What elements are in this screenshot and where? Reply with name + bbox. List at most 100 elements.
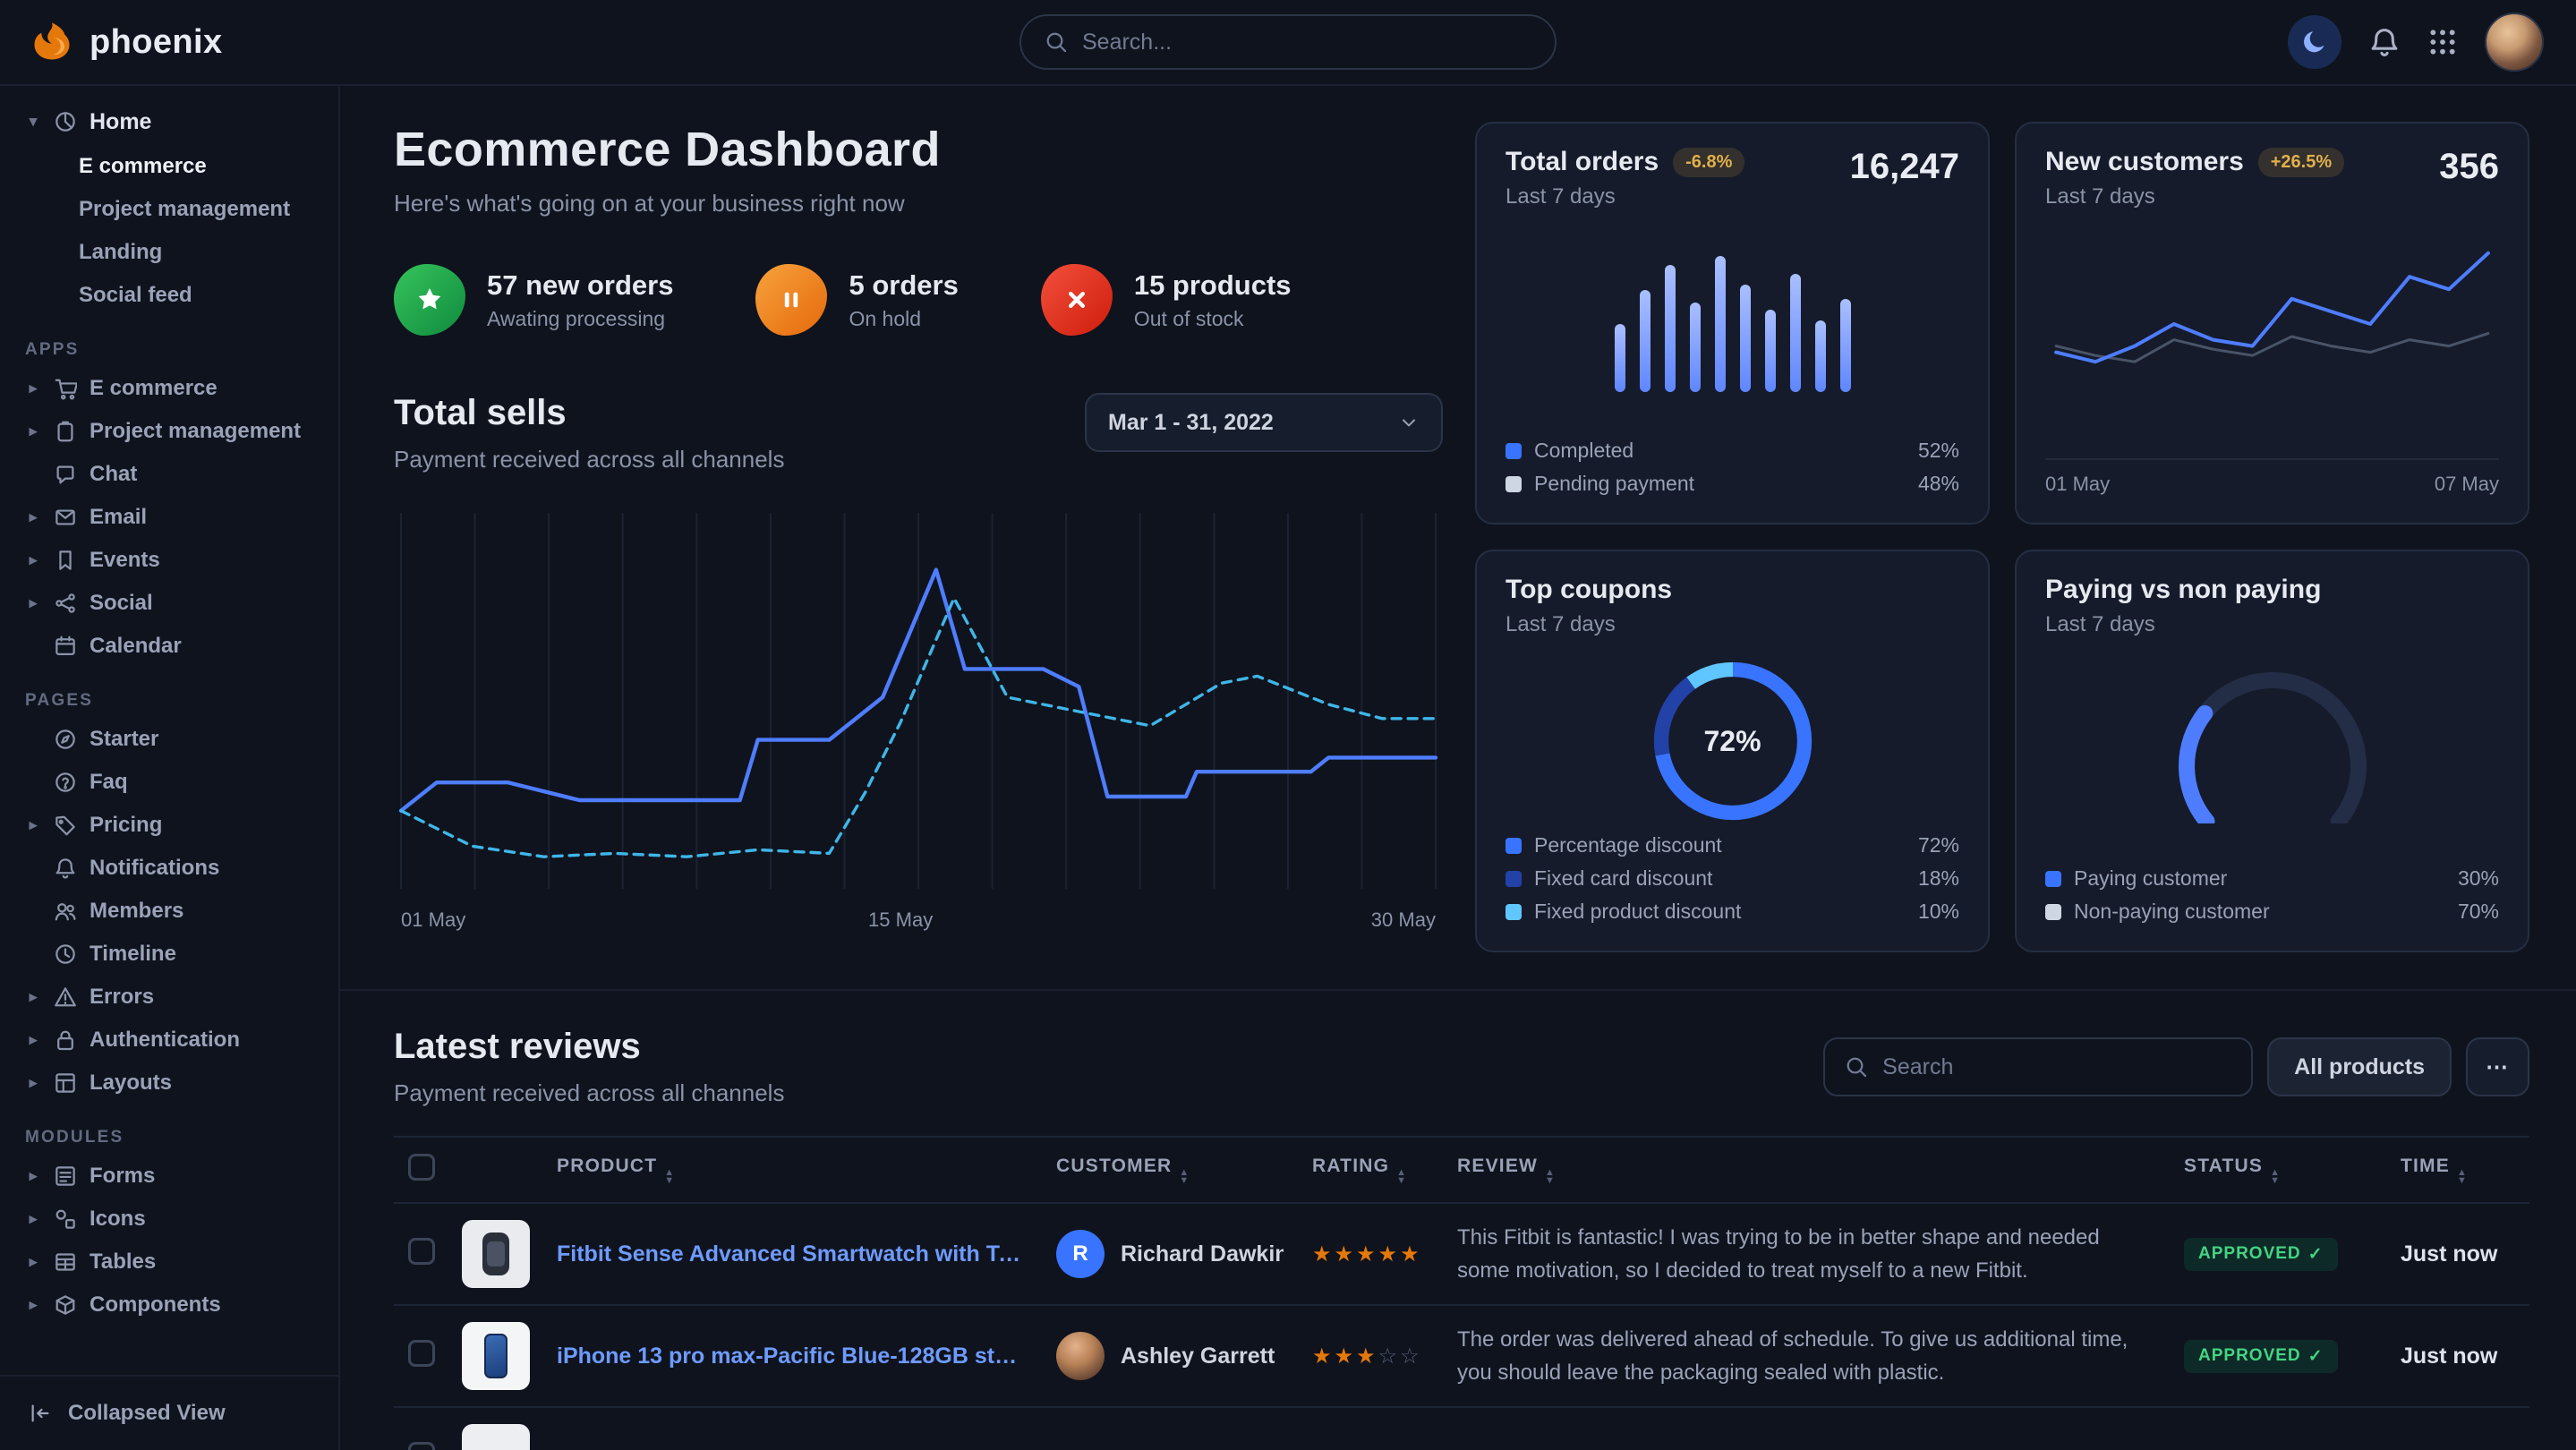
paying-gauge: [2106, 637, 2439, 823]
collapsed-view-toggle[interactable]: Collapsed View: [0, 1375, 338, 1450]
sidebar-item-email[interactable]: ▸Email: [25, 496, 324, 539]
global-search-input[interactable]: [1082, 30, 1531, 55]
order-bar: [1690, 303, 1701, 392]
sidebar-item-e-commerce[interactable]: ▸E commerce: [25, 367, 324, 410]
column-header-product[interactable]: PRODUCT▲▼: [542, 1137, 1042, 1203]
page-subtitle: Here's what's going on at your business …: [394, 190, 1443, 218]
dashboard-left-column: Ecommerce Dashboard Here's what's going …: [394, 122, 1443, 953]
notifications-button[interactable]: [2368, 26, 2401, 58]
sidebar-item-forms[interactable]: ▸Forms: [25, 1155, 324, 1198]
reviews-search[interactable]: [1823, 1037, 2253, 1096]
sidebar-item-events[interactable]: ▸Events: [25, 539, 324, 582]
total-orders-value: 16,247: [1850, 147, 1959, 187]
layout-icon: [54, 1071, 77, 1095]
change-badge: +26.5%: [2258, 148, 2344, 177]
sidebar-subitem-e-commerce[interactable]: E commerce: [79, 145, 324, 188]
sidebar-subitem-project-management[interactable]: Project management: [79, 188, 324, 231]
row-checkbox[interactable]: [408, 1340, 435, 1367]
sidebar-item-layouts[interactable]: ▸Layouts: [25, 1062, 324, 1105]
product-link[interactable]: iPhone 13 pro max-Pacific Blue-128GB sto…: [557, 1343, 1028, 1369]
legend-swatch: [1506, 871, 1522, 887]
sidebar-item-chat[interactable]: Chat: [25, 453, 324, 496]
card-total-orders: Total orders -6.8% Last 7 days 16,247 Co…: [1475, 122, 1990, 525]
sidebar-item-home[interactable]: ▾Home: [25, 100, 324, 143]
customer-cell[interactable]: RRichard Dawkins: [1056, 1230, 1284, 1278]
card-new-customers: New customers +26.5% Last 7 days 356 01 …: [2015, 122, 2529, 525]
reviews-table: PRODUCT▲▼CUSTOMER▲▼RATING▲▼REVIEW▲▼STATU…: [394, 1136, 2529, 1450]
customer-cell[interactable]: Ashley Garrett: [1056, 1332, 1284, 1380]
more-options-button[interactable]: ⋯: [2466, 1037, 2529, 1096]
latest-reviews-section: Latest reviews Payment received across a…: [340, 989, 2576, 1450]
sidebar-item-errors[interactable]: ▸Errors: [25, 976, 324, 1019]
sidebar-item-project-management[interactable]: ▸Project management: [25, 410, 324, 453]
sidebar-subitem-landing[interactable]: Landing: [79, 231, 324, 274]
sidebar-item-members[interactable]: Members: [25, 890, 324, 933]
warning-icon: [54, 985, 77, 1009]
cross-icon: [1062, 286, 1091, 314]
sidebar-item-notifications[interactable]: Notifications: [25, 847, 324, 890]
donut-center-value: 72%: [1643, 652, 1822, 831]
column-header-time[interactable]: TIME▲▼: [2386, 1137, 2529, 1203]
column-header-review[interactable]: REVIEW▲▼: [1443, 1137, 2170, 1203]
select-all-checkbox[interactable]: [408, 1154, 435, 1181]
sidebar-item-components[interactable]: ▸Components: [25, 1284, 324, 1326]
sidebar-item-tables[interactable]: ▸Tables: [25, 1241, 324, 1284]
legend-row: Fixed product discount10%: [1506, 900, 1959, 924]
sidebar-item-faq[interactable]: Faq: [25, 761, 324, 804]
mail-icon: [54, 506, 77, 529]
phoenix-logo-icon: [29, 19, 75, 65]
apps-grid-button[interactable]: [2427, 27, 2458, 57]
axis-label-end: 07 May: [2435, 473, 2499, 496]
sidebar-item-timeline[interactable]: Timeline: [25, 933, 324, 976]
sort-icon: ▲▼: [2270, 1169, 2281, 1185]
reviews-search-input[interactable]: [1882, 1054, 2231, 1080]
row-checkbox[interactable]: [408, 1238, 435, 1265]
column-header-rating[interactable]: RATING▲▼: [1298, 1137, 1443, 1203]
sidebar-item-authentication[interactable]: ▸Authentication: [25, 1019, 324, 1062]
global-search[interactable]: [1019, 14, 1557, 70]
sidebar-section-label: PAGES: [25, 691, 324, 711]
column-header-status[interactable]: STATUS▲▼: [2170, 1137, 2386, 1203]
product-thumbnail[interactable]: [462, 1424, 530, 1450]
order-bar: [1840, 299, 1851, 392]
kpi-cards: Total orders -6.8% Last 7 days 16,247 Co…: [1475, 122, 2529, 953]
top-coupons-legend: Percentage discount72%Fixed card discoun…: [1506, 833, 1959, 927]
brand[interactable]: phoenix: [29, 19, 222, 65]
theme-toggle-button[interactable]: [2288, 15, 2341, 69]
search-icon: [1045, 30, 1068, 54]
column-header-customer[interactable]: CUSTOMER▲▼: [1042, 1137, 1298, 1203]
product-thumbnail[interactable]: [462, 1322, 530, 1390]
share-icon: [54, 592, 77, 615]
box-icon: [54, 1293, 77, 1317]
pie-chart-icon: [54, 110, 77, 133]
order-bar: [1740, 285, 1751, 392]
product-link[interactable]: Fitbit Sense Advanced Smartwatch with To…: [557, 1241, 1028, 1267]
topbar: phoenix: [0, 0, 2576, 86]
sidebar-item-calendar[interactable]: Calendar: [25, 625, 324, 668]
card-title: Top coupons: [1506, 575, 1672, 605]
review-text: This Fitbit is fantastic! I was trying t…: [1457, 1221, 2155, 1287]
all-products-button[interactable]: All products: [2267, 1037, 2452, 1096]
total-sells-chart-area: 01 May15 May30 May: [394, 502, 1443, 953]
review-row: Fitbit Sense Advanced Smartwatch with To…: [394, 1203, 2529, 1305]
date-range-select[interactable]: Mar 1 - 31, 2022: [1085, 393, 1443, 452]
sidebar-item-pricing[interactable]: ▸Pricing: [25, 804, 324, 847]
user-avatar[interactable]: [2485, 13, 2544, 72]
brand-name: phoenix: [90, 23, 222, 62]
card-period: Last 7 days: [2045, 612, 2499, 637]
product-thumbnail[interactable]: [462, 1220, 530, 1288]
sidebar-item-social[interactable]: ▸Social: [25, 582, 324, 625]
question-icon: [54, 771, 77, 794]
review-time: Just now: [2401, 1343, 2497, 1369]
order-bar: [1765, 310, 1776, 392]
tag-icon: [54, 814, 77, 837]
bookmark-icon: [54, 549, 77, 572]
sidebar-subitem-social-feed[interactable]: Social feed: [79, 274, 324, 317]
legend-row: Non-paying customer70%: [2045, 900, 2499, 924]
clipboard-icon: [54, 420, 77, 443]
stats-row: 57 new ordersAwating processing5 ordersO…: [394, 264, 1443, 336]
sidebar-item-starter[interactable]: Starter: [25, 718, 324, 761]
phone-product-image: [484, 1334, 508, 1378]
legend-swatch: [2045, 904, 2061, 920]
sidebar-item-icons[interactable]: ▸Icons: [25, 1198, 324, 1241]
